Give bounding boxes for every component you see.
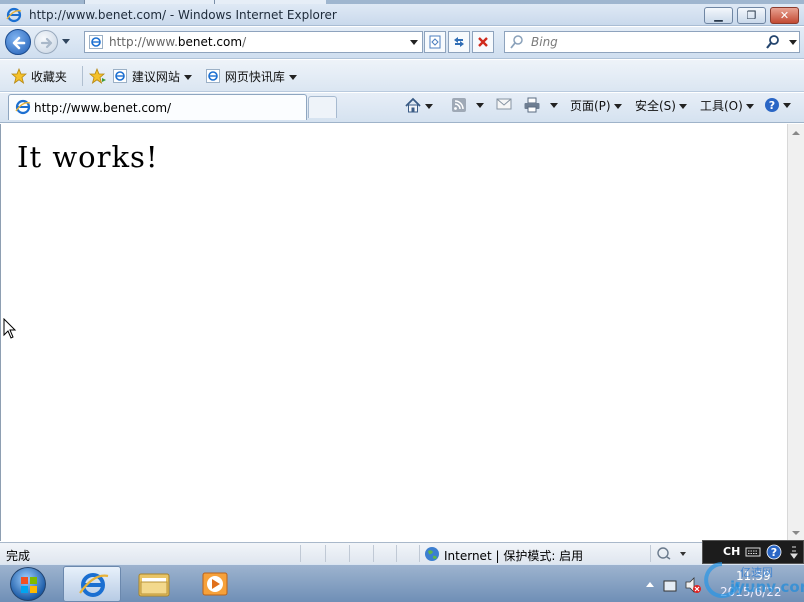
add-favorites-icon [88,67,106,84]
status-pane-divider [349,545,350,562]
page-heading: It works! [17,140,159,174]
clock-date: 2015/6/22 [720,585,782,599]
address-toolbar: http://www.benet.com/ Bing [0,27,804,59]
page-menu[interactable]: 页面(P) [570,97,622,114]
internet-explorer-icon [15,99,31,118]
favorites-separator [82,66,83,86]
search-placeholder: Bing [531,35,558,49]
help-icon: ? [766,544,782,563]
tools-menu-label: 工具(O) [700,99,743,113]
internet-explorer-icon [6,7,22,23]
svg-text:?: ? [771,546,777,559]
add-to-favorites-bar-button[interactable] [88,67,107,84]
close-button[interactable]: ✕ [770,7,799,24]
language-bar[interactable]: CH ? [702,540,804,564]
taskbar-media-player[interactable] [187,566,245,602]
window-titlebar[interactable]: http://www.benet.com/ - Windows Internet… [0,4,804,26]
address-bar[interactable]: http://www.benet.com/ [84,31,423,53]
web-slice-gallery-label: 网页快讯库 [224,70,285,84]
read-mail-button[interactable] [496,97,512,111]
clock-time: 11:59 [736,569,771,583]
print-icon [524,97,540,113]
status-pane-divider [396,545,397,562]
status-bar: 完成 Internet | 保护模式: 启用 [0,542,804,564]
back-arrow-icon [12,36,26,50]
tab-active[interactable]: http://www.benet.com/ [8,94,307,120]
page-menu-label: 页面(P) [570,99,611,113]
help-icon: ? [765,98,779,112]
scroll-up-arrow[interactable] [792,131,800,135]
home-icon [405,97,421,113]
web-slice-gallery-link[interactable]: 网页快讯库 [205,68,297,85]
status-pane-divider [373,545,374,562]
feeds-button[interactable] [451,97,484,113]
suggested-sites-link[interactable]: 建议网站 [112,68,192,85]
window-title: http://www.benet.com/ - Windows Internet… [29,8,337,22]
back-button[interactable] [5,29,31,55]
taskbar-clock[interactable]: 11:59 2015/6/22 [706,566,800,602]
search-provider-icon [509,34,525,53]
keyboard-icon [745,546,761,561]
internet-explorer-icon [79,573,109,597]
taskbar-windows-explorer[interactable] [125,566,183,602]
language-bar-options-icon [789,544,799,563]
windows-start-icon [21,577,37,593]
print-button[interactable] [523,97,558,113]
start-button[interactable] [10,567,46,601]
change-zoom-button[interactable] [656,546,686,563]
status-pane-divider [650,545,651,562]
refresh-button[interactable] [448,31,470,53]
status-text: 完成 [6,549,31,563]
search-options-dropdown[interactable] [789,40,797,45]
tools-menu[interactable]: 工具(O) [700,97,754,114]
status-pane-divider [419,545,420,562]
status-pane-divider [325,545,326,562]
suggested-sites-label: 建议网站 [131,70,180,84]
web-page-content: It works! [0,124,787,541]
input-language: CH [723,545,741,558]
favorites-button[interactable]: 收藏夹 [10,67,67,85]
internet-explorer-icon [113,69,127,83]
scroll-down-arrow[interactable] [792,531,800,535]
feeds-icon [452,98,466,112]
status-pane-divider [300,545,301,562]
internet-explorer-icon [206,69,220,83]
compatibility-view-icon [429,35,441,49]
star-icon [10,67,28,84]
mouse-cursor-icon [3,318,17,339]
search-box[interactable]: Bing [504,31,800,53]
recent-pages-dropdown[interactable] [62,39,70,44]
windows-taskbar [0,564,804,602]
vertical-scrollbar[interactable] [787,124,804,541]
tab-label: http://www.benet.com/ [34,101,172,115]
refresh-icon [454,37,464,47]
page-icon [88,34,104,50]
compatibility-view-button[interactable] [424,31,446,53]
search-magnifier-icon[interactable] [765,34,781,53]
forward-button[interactable] [34,30,58,54]
tab-row: http://www.benet.com/ 页面(P) 安全(S) 工具(O) … [0,93,804,123]
forward-arrow-icon [40,37,53,49]
safety-menu[interactable]: 安全(S) [635,97,687,114]
favorites-bar: 收藏夹 建议网站 网页快讯库 [0,60,804,92]
stop-icon [478,37,488,47]
taskbar-internet-explorer[interactable] [63,566,121,602]
minimize-button[interactable]: ▁ [704,7,733,24]
folder-icon [138,573,170,597]
stop-button[interactable] [472,31,494,53]
address-dropdown[interactable] [410,40,418,45]
address-url: http://www.benet.com/ [109,35,247,49]
notification-area[interactable] [640,567,702,601]
globe-icon [424,546,440,565]
security-zone-text[interactable]: Internet | 保护模式: 启用 [444,547,583,564]
read-mail-icon [496,98,512,110]
maximize-button[interactable]: ❐ [737,7,766,24]
help-menu[interactable]: ? [764,97,791,113]
new-tab-button[interactable] [308,96,337,118]
safety-menu-label: 安全(S) [635,99,676,113]
svg-text:?: ? [769,99,775,112]
media-player-icon [202,572,228,596]
home-button[interactable] [404,97,433,114]
favorites-label: 收藏夹 [30,70,67,84]
